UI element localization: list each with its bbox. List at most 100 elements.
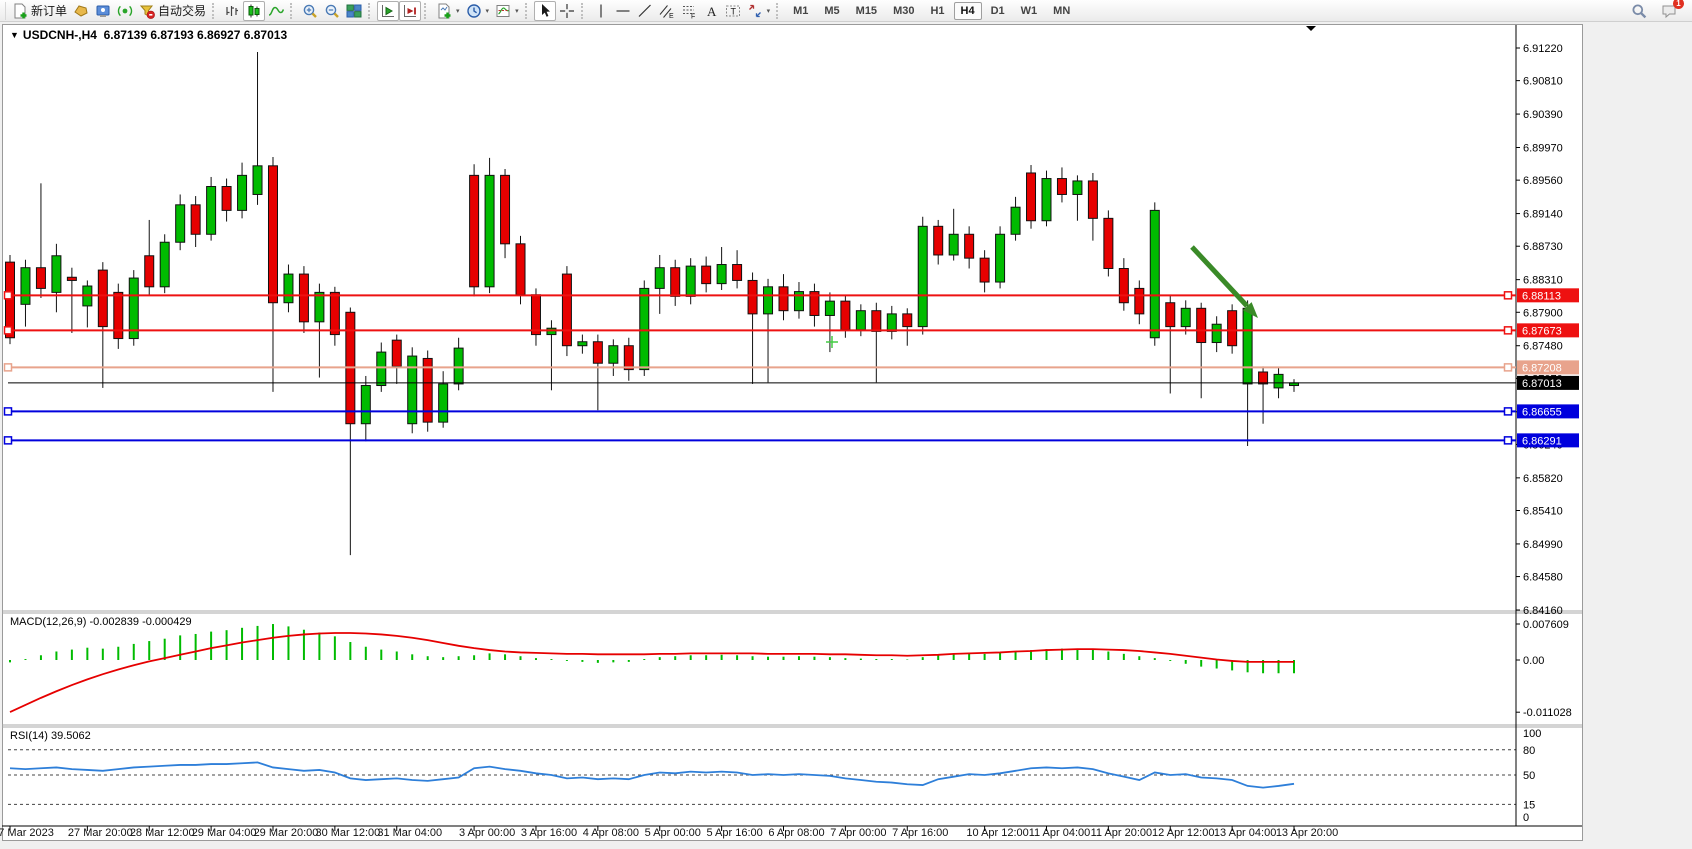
resistance-line-1-handle[interactable]: [5, 292, 12, 299]
chevron-down-icon: ▾: [767, 7, 771, 15]
arrows-button[interactable]: ▾: [744, 1, 774, 21]
timeframe-d1-button[interactable]: D1: [984, 2, 1012, 20]
equidistant-channel-button[interactable]: E: [656, 1, 678, 21]
macd-indicator-label: MACD(12,26,9) -0.002839 -0.000429: [10, 616, 192, 628]
chart-title-collapse-icon[interactable]: ▼: [10, 30, 19, 40]
signals-icon: [117, 3, 133, 19]
line-chart-button[interactable]: [265, 1, 287, 21]
chevron-down-icon: ▾: [486, 7, 490, 15]
candlestick-chart-button[interactable]: [243, 1, 265, 21]
toolbar-separator: [776, 3, 782, 19]
vertical-line-button[interactable]: [590, 1, 612, 21]
search-icon: [1631, 3, 1647, 19]
timeframe-m1-button[interactable]: M1: [786, 2, 815, 20]
timeframe-m5-button[interactable]: M5: [817, 2, 846, 20]
resistance-line-2-handle[interactable]: [1505, 327, 1512, 334]
auto-trading-icon: [139, 3, 155, 19]
mql-editor-button[interactable]: [70, 1, 92, 21]
chevron-down-icon: ▾: [456, 7, 460, 15]
fibonacci-icon: F: [681, 3, 697, 19]
zoom-out-icon: [324, 3, 340, 19]
templates-button[interactable]: ▾: [492, 1, 522, 21]
trendline-button[interactable]: [634, 1, 656, 21]
zoom-in-icon: [302, 3, 318, 19]
cursor-icon: [537, 3, 553, 19]
text-icon: A: [703, 3, 719, 19]
tile-windows-button[interactable]: [343, 1, 365, 21]
vertical-line-icon: [593, 3, 609, 19]
horizontal-line-button[interactable]: [612, 1, 634, 21]
trendline-icon: [637, 3, 653, 19]
auto-scroll-icon: [380, 3, 396, 19]
timeframe-h4-button[interactable]: H4: [954, 2, 982, 20]
toolbar-separator: [290, 3, 296, 19]
chart-symbol-period: USDCNH-,H4: [23, 28, 97, 42]
periods-icon: [466, 3, 482, 19]
timeframe-mn-button[interactable]: MN: [1046, 2, 1077, 20]
indicators-list-icon: [436, 3, 452, 19]
community-button[interactable]: [92, 1, 114, 21]
svg-text:F: F: [691, 13, 695, 19]
new-order-icon: [12, 3, 28, 19]
zoom-in-button[interactable]: [299, 1, 321, 21]
auto-scroll-button[interactable]: [377, 1, 399, 21]
bar-chart-icon: [224, 3, 240, 19]
svg-text:E: E: [669, 13, 674, 19]
support-line-blue-1-handle[interactable]: [5, 408, 12, 415]
resistance-line-1-handle[interactable]: [1505, 292, 1512, 299]
community-icon: [95, 3, 111, 19]
toolbar-separator: [212, 3, 218, 19]
horizontal-line-icon: [615, 3, 631, 19]
chart-ohlc-values: 6.87139 6.87193 6.86927 6.87013: [104, 28, 288, 42]
search-button[interactable]: [1628, 1, 1650, 21]
toolbar-right: 1: [1628, 1, 1690, 21]
timeframe-m15-button[interactable]: M15: [849, 2, 884, 20]
timeframe-m30-button[interactable]: M30: [886, 2, 921, 20]
chart-shift-button[interactable]: [399, 1, 421, 21]
chart-title: ▼ USDCNH-,H4 6.87139 6.87193 6.86927 6.87…: [10, 28, 287, 42]
support-line-blue-2-handle[interactable]: [5, 437, 12, 444]
periods-button[interactable]: ▾: [463, 1, 493, 21]
signals-button[interactable]: [114, 1, 136, 21]
new-order-label: 新订单: [31, 2, 67, 19]
tile-windows-icon: [346, 3, 362, 19]
svg-text:A: A: [707, 4, 717, 19]
svg-text:T: T: [730, 6, 736, 16]
support-line-salmon-handle[interactable]: [5, 364, 12, 371]
support-line-salmon-handle[interactable]: [1505, 364, 1512, 371]
cursor-button[interactable]: [534, 1, 556, 21]
crosshair-icon: [559, 3, 575, 19]
toolbar-separator: [581, 3, 587, 19]
new-order-button[interactable]: 新订单: [9, 1, 70, 21]
chat-button[interactable]: 1: [1658, 1, 1680, 21]
equidistant-channel-icon: E: [659, 3, 675, 19]
chart-window: [2, 24, 1583, 841]
support-line-blue-2-handle[interactable]: [1505, 437, 1512, 444]
zoom-out-button[interactable]: [321, 1, 343, 21]
arrows-icon: [747, 3, 763, 19]
chart-shift-icon: [402, 3, 418, 19]
timeframe-h1-button[interactable]: H1: [923, 2, 951, 20]
toolbar-separator: [525, 3, 531, 19]
candlestick-chart-icon: [246, 3, 262, 19]
timeframe-w1-button[interactable]: W1: [1014, 2, 1045, 20]
resistance-line-2-handle[interactable]: [5, 327, 12, 334]
toolbar-separator: [424, 3, 430, 19]
main-toolbar: 新订单 自动交易 ▾ ▾ ▾ E F A T ▾ M1M5M15M30H1H4D1W1MN 1: [0, 0, 1692, 22]
text-button[interactable]: A: [700, 1, 722, 21]
auto-trading-button[interactable]: 自动交易: [136, 1, 209, 21]
indicators-list-button[interactable]: ▾: [433, 1, 463, 21]
support-line-blue-1-handle[interactable]: [1505, 408, 1512, 415]
text-label-button[interactable]: T: [722, 1, 744, 21]
toolbar-separator: [368, 3, 374, 19]
text-label-icon: T: [725, 3, 741, 19]
fibonacci-button[interactable]: F: [678, 1, 700, 21]
crosshair-button[interactable]: [556, 1, 578, 21]
line-chart-icon: [268, 3, 284, 19]
notification-badge: 1: [1673, 0, 1684, 9]
chevron-down-icon: ▾: [515, 7, 519, 15]
templates-icon: [495, 3, 511, 19]
bar-chart-button[interactable]: [221, 1, 243, 21]
toolbar-separator: [5, 2, 6, 20]
mql-editor-icon: [73, 3, 89, 19]
